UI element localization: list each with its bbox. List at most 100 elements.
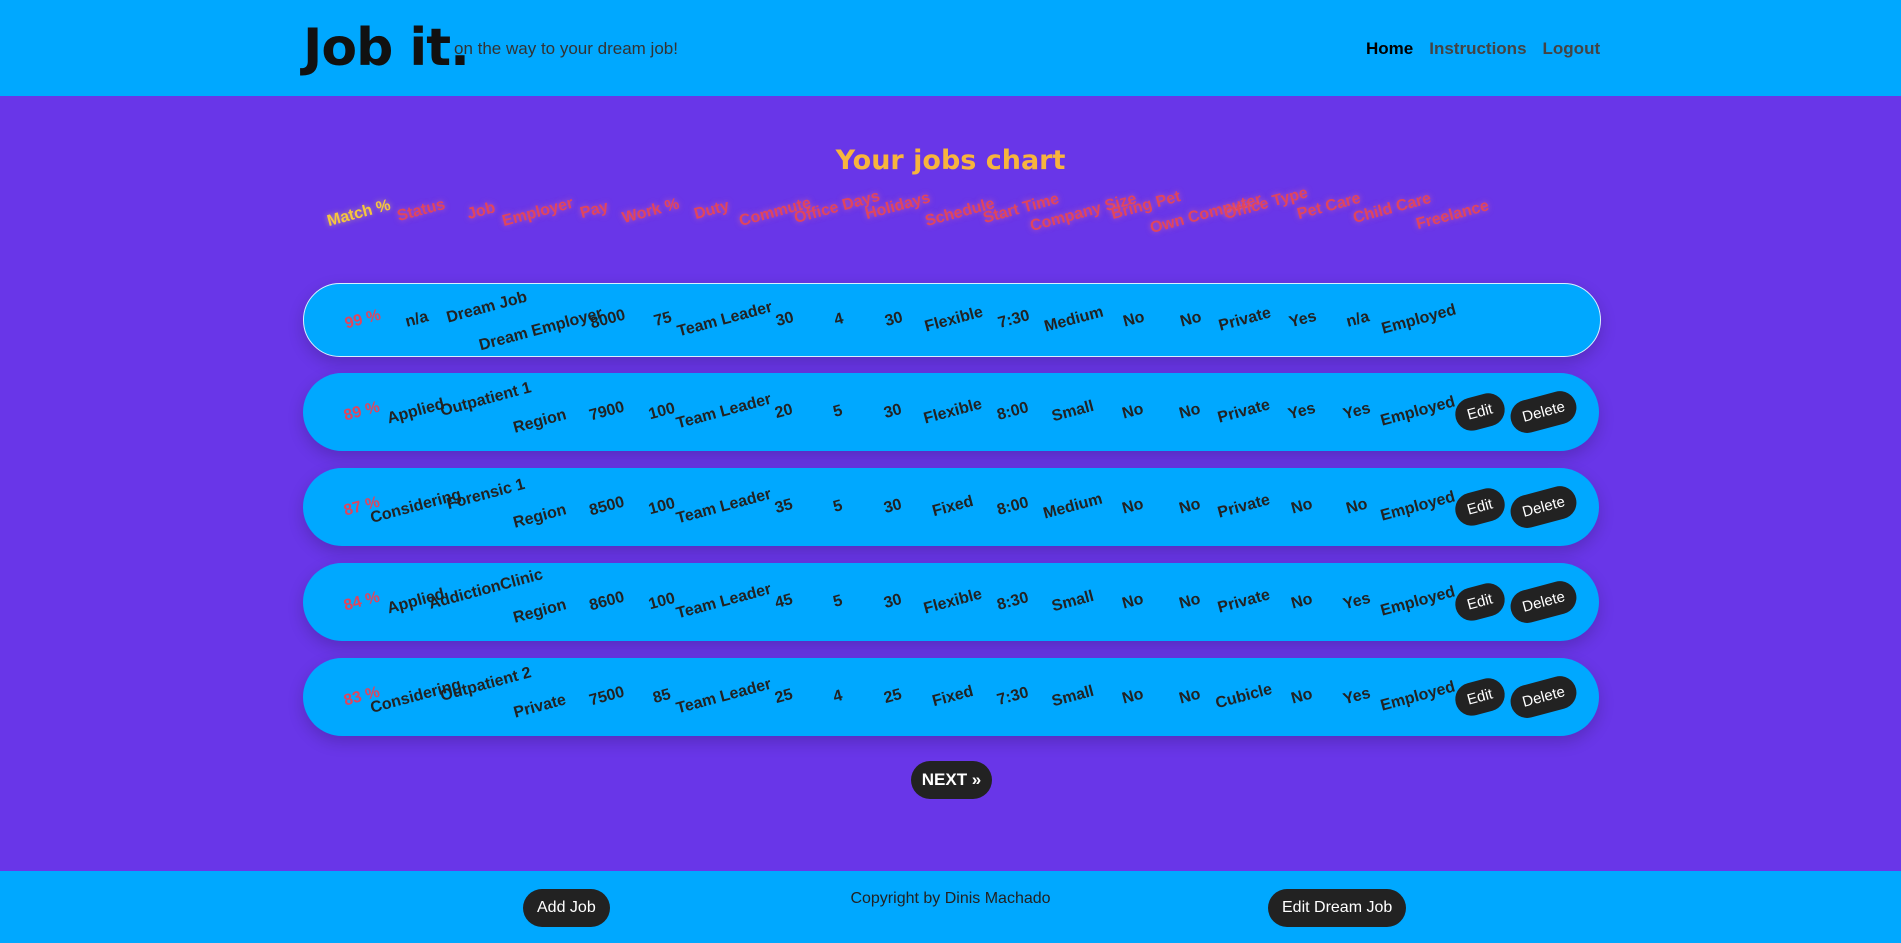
cell-employer: Region — [511, 596, 569, 627]
cell-company-size: Small — [1050, 587, 1096, 616]
cell-holidays: 30 — [882, 401, 904, 423]
cell-freelance: Employed — [1379, 301, 1459, 338]
cell-own-computer: No — [1177, 685, 1203, 708]
cell-child-care: Yes — [1341, 399, 1373, 424]
cell-work: 100 — [646, 494, 677, 519]
edit-button[interactable]: Edit — [1451, 389, 1509, 435]
cell-freelance: Employed — [1378, 583, 1458, 620]
brand-logo[interactable]: Job it. — [303, 18, 470, 78]
cell-office-days: 4 — [831, 687, 845, 706]
cell-child-care: n/a — [1344, 308, 1372, 331]
cell-company-size: Medium — [1042, 303, 1106, 336]
cell-commute: 25 — [773, 686, 795, 708]
cell-status: n/a — [403, 308, 431, 331]
next-page-button[interactable]: NEXT » — [911, 761, 992, 799]
cell-schedule: Flexible — [921, 395, 984, 428]
cell-pet-care: Yes — [1287, 307, 1319, 332]
site-header: Job it. on the way to your dream job! Ho… — [0, 0, 1901, 96]
dream-job-row: 99 % n/a Dream Job Dream Employer 8000 75 Team… — [303, 283, 1601, 357]
job-row: 89 % Applied Outpatient 1 Region 7900 100 Team… — [303, 373, 1599, 451]
nav-instructions[interactable]: Instructions — [1429, 39, 1526, 59]
column-header: Duty — [692, 197, 732, 224]
cell-office-days: 4 — [832, 310, 846, 329]
column-header: Match % — [325, 196, 393, 231]
cell-status: Applied — [385, 395, 447, 428]
column-header: Pay — [578, 198, 611, 223]
nav-home[interactable]: Home — [1366, 39, 1413, 59]
cell-work: 100 — [646, 399, 677, 424]
cell-freelance: Employed — [1378, 678, 1458, 715]
cell-commute: 20 — [773, 401, 795, 423]
cell-office-days: 5 — [831, 402, 845, 421]
cell-office-type: Private — [1215, 491, 1272, 522]
chart-title: Your jobs chart — [835, 145, 1066, 176]
delete-button[interactable]: Delete — [1506, 387, 1581, 437]
cell-schedule: Fixed — [930, 492, 976, 521]
cell-commute: 45 — [773, 591, 795, 613]
cell-employer: Region — [511, 406, 569, 437]
cell-pay: 7900 — [587, 398, 627, 425]
cell-freelance: Employed — [1378, 488, 1458, 525]
cell-work: 75 — [652, 309, 674, 331]
cell-job: Dream Job — [444, 288, 530, 327]
cell-job: Outpatient 2 — [438, 664, 534, 705]
edit-button[interactable]: Edit — [1451, 674, 1509, 720]
cell-company-size: Medium — [1041, 490, 1105, 523]
cell-schedule: Flexible — [922, 303, 985, 336]
column-header: Status — [395, 195, 447, 226]
nav-logout[interactable]: Logout — [1543, 39, 1601, 59]
cell-start-time: 8:00 — [995, 494, 1031, 519]
delete-button[interactable]: Delete — [1506, 577, 1581, 627]
cell-duty: Team Leader — [674, 675, 774, 718]
cell-duty: Team Leader — [674, 580, 774, 623]
cell-bring-pet: No — [1120, 495, 1146, 518]
cell-match: 99 % — [343, 306, 383, 333]
column-header: Work % — [620, 195, 682, 228]
cell-child-care: Yes — [1341, 589, 1373, 614]
job-row: 87 % Considering Forensic 1 Region 8500 100 Te… — [303, 468, 1599, 546]
cell-child-care: No — [1344, 495, 1370, 518]
cell-pet-care: No — [1289, 495, 1315, 518]
edit-button[interactable]: Edit — [1451, 579, 1509, 625]
delete-button[interactable]: Delete — [1506, 482, 1581, 532]
cell-office-type: Private — [1215, 586, 1272, 617]
cell-start-time: 8:30 — [995, 589, 1031, 614]
copyright-text: Copyright by Dinis Machado — [850, 890, 1051, 907]
cell-office-days: 5 — [831, 592, 845, 611]
cell-schedule: Fixed — [930, 682, 976, 711]
cell-employer: Private — [511, 691, 568, 722]
cell-office-type: Cubicle — [1213, 680, 1274, 713]
cell-pet-care: No — [1289, 590, 1315, 613]
cell-office-type: Private — [1216, 304, 1273, 335]
cell-child-care: Yes — [1341, 684, 1373, 709]
job-row: 83 % Considering Outpatient 2 Private 7500 85… — [303, 658, 1599, 736]
cell-pet-care: No — [1289, 685, 1315, 708]
cell-duty: Team Leader — [674, 390, 774, 433]
cell-own-computer: No — [1177, 495, 1203, 518]
cell-company-size: Small — [1050, 397, 1096, 426]
cell-work: 100 — [646, 589, 677, 614]
cell-pet-care: Yes — [1286, 399, 1318, 424]
cell-start-time: 7:30 — [995, 684, 1031, 709]
cell-company-size: Small — [1050, 682, 1096, 711]
cell-own-computer: No — [1177, 400, 1203, 423]
cell-commute: 35 — [773, 496, 795, 518]
site-footer: Add Job Copyright by Dinis Machado Edit … — [0, 871, 1901, 943]
delete-button[interactable]: Delete — [1506, 672, 1581, 722]
cell-start-time: 7:30 — [996, 307, 1032, 332]
cell-own-computer: No — [1177, 590, 1203, 613]
cell-match: 84 % — [342, 588, 382, 615]
cell-holidays: 30 — [882, 591, 904, 613]
edit-dream-job-button[interactable]: Edit Dream Job — [1268, 889, 1407, 927]
cell-holidays: 30 — [883, 309, 905, 331]
cell-pay: 8500 — [587, 493, 627, 520]
cell-holidays: 30 — [882, 496, 904, 518]
cell-commute: 30 — [774, 309, 796, 331]
column-header: Employer — [500, 194, 576, 231]
cell-bring-pet: No — [1120, 400, 1146, 423]
cell-match: 89 % — [342, 398, 382, 425]
column-header: Office Type — [1222, 184, 1310, 224]
tagline: on the way to your dream job! — [454, 39, 678, 58]
cell-pay: 7500 — [587, 683, 627, 710]
edit-button[interactable]: Edit — [1451, 484, 1509, 530]
